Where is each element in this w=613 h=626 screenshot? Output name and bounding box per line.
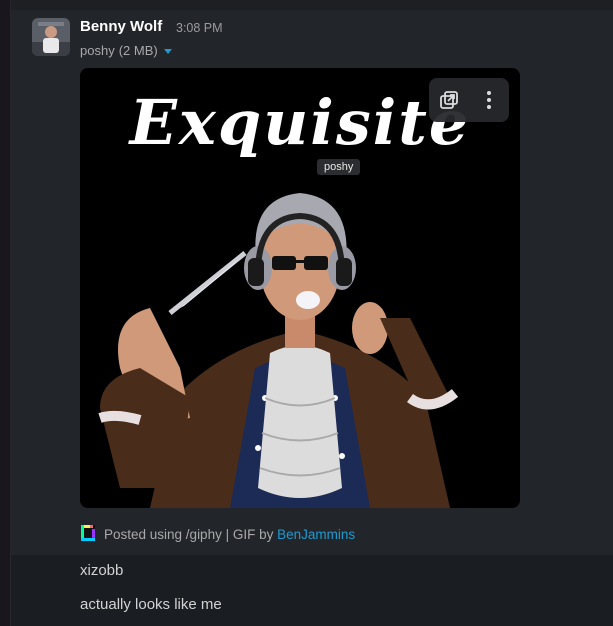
gif-image[interactable]: Exquisite poshy bbox=[80, 68, 520, 508]
author-name[interactable]: Benny Wolf bbox=[80, 18, 162, 35]
gif-author-link[interactable]: BenJammins bbox=[277, 527, 355, 542]
open-in-new-icon[interactable] bbox=[435, 86, 463, 114]
avatar[interactable] bbox=[32, 18, 70, 56]
more-vertical-icon[interactable] bbox=[475, 86, 503, 114]
previous-message-edge bbox=[11, 0, 613, 10]
file-size: (2 MB) bbox=[118, 43, 158, 58]
message-timestamp[interactable]: 3:08 PM bbox=[176, 21, 223, 35]
left-rail bbox=[0, 0, 11, 626]
attribution-text: Posted using /giphy | GIF by bbox=[104, 527, 278, 542]
file-info[interactable]: poshy (2 MB) bbox=[80, 43, 172, 58]
gif-tooltip: poshy bbox=[317, 159, 361, 175]
giphy-icon bbox=[80, 524, 96, 545]
followup-message-2[interactable]: actually looks like me bbox=[80, 596, 222, 613]
giphy-attribution: Posted using /giphy | GIF by BenJammins bbox=[80, 524, 355, 545]
chevron-down-icon[interactable] bbox=[163, 49, 172, 54]
slack-message-pane: Benny Wolf 3:08 PM poshy (2 MB) Exquisit… bbox=[0, 0, 613, 626]
gif-hover-actions bbox=[429, 78, 509, 122]
file-name: poshy bbox=[80, 43, 115, 58]
message-highlighted[interactable]: Benny Wolf 3:08 PM poshy (2 MB) Exquisit… bbox=[11, 10, 613, 555]
followup-message-1[interactable]: xizobb bbox=[80, 562, 123, 579]
